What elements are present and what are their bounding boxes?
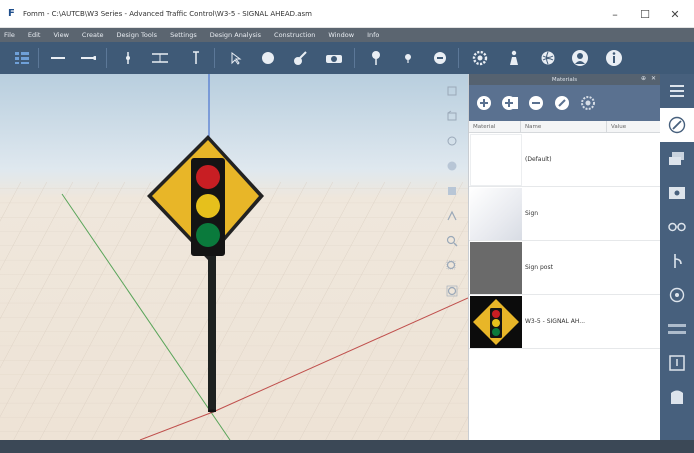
add-library-icon[interactable] bbox=[501, 94, 519, 112]
sign-post bbox=[208, 256, 216, 412]
view-side-icon[interactable] bbox=[443, 132, 461, 150]
rack-icon[interactable] bbox=[660, 312, 694, 346]
window-title: Fomm - C:\AUTCB\W3 Series - Advanced Tra… bbox=[23, 9, 312, 18]
column-value[interactable]: Value bbox=[607, 121, 660, 132]
menu-window[interactable]: Window bbox=[328, 31, 354, 39]
materials-panel: Materials ⊕ ✕ Material Name Value (Defau… bbox=[468, 74, 660, 440]
paint-icon[interactable] bbox=[288, 46, 312, 70]
toolbar-separator bbox=[106, 48, 107, 68]
material-name: W3-5 - SIGNAL AH... bbox=[525, 318, 586, 325]
pan-icon[interactable] bbox=[443, 207, 461, 225]
target-icon[interactable] bbox=[660, 278, 694, 312]
menu-create[interactable]: Create bbox=[82, 31, 104, 39]
amber-light bbox=[196, 194, 220, 218]
materials-header: Materials ⊕ ✕ bbox=[469, 74, 660, 85]
toolbar-separator bbox=[354, 48, 355, 68]
toolbar bbox=[0, 42, 694, 74]
close-button[interactable]: ✕ bbox=[660, 0, 690, 28]
menu-bar: File Edit View Create Design Tools Setti… bbox=[0, 28, 694, 42]
camera-icon[interactable] bbox=[322, 46, 346, 70]
material-name: Sign bbox=[525, 210, 539, 217]
column-name[interactable]: Name bbox=[521, 121, 607, 132]
globe-icon[interactable] bbox=[536, 46, 560, 70]
red-light bbox=[196, 165, 220, 189]
zoom-window-icon[interactable] bbox=[443, 257, 461, 275]
info-icon[interactable] bbox=[602, 46, 626, 70]
small-pin-icon[interactable] bbox=[396, 46, 420, 70]
arrow-line-icon[interactable] bbox=[76, 46, 100, 70]
material-thumbnail bbox=[470, 187, 522, 240]
text-cursor-icon[interactable] bbox=[184, 46, 208, 70]
materials-column-header: Material Name Value bbox=[469, 121, 660, 133]
settings-icon[interactable] bbox=[579, 94, 597, 112]
view-top-icon[interactable] bbox=[443, 82, 461, 100]
material-thumbnail bbox=[470, 295, 522, 348]
user-icon[interactable] bbox=[568, 46, 592, 70]
material-row[interactable]: Sign post bbox=[469, 241, 660, 295]
materials-toolbar bbox=[469, 85, 660, 121]
menu-design-tools[interactable]: Design Tools bbox=[117, 31, 158, 39]
material-thumbnail bbox=[470, 133, 522, 186]
right-sidebar bbox=[660, 74, 694, 440]
select-icon[interactable] bbox=[224, 46, 248, 70]
branch-icon[interactable] bbox=[660, 244, 694, 278]
menu-design-analysis[interactable]: Design Analysis bbox=[210, 31, 261, 39]
viewport-tools bbox=[442, 80, 462, 307]
zoom-extents-icon[interactable] bbox=[443, 282, 461, 300]
layers-icon[interactable] bbox=[660, 142, 694, 176]
menu-edit[interactable]: Edit bbox=[28, 31, 41, 39]
zoom-in-icon[interactable] bbox=[443, 232, 461, 250]
dimension-icon[interactable] bbox=[148, 46, 172, 70]
column-material[interactable]: Material bbox=[469, 121, 521, 132]
orbit-icon[interactable] bbox=[443, 182, 461, 200]
figure-icon[interactable] bbox=[502, 46, 526, 70]
material-thumbnail bbox=[470, 241, 522, 294]
materials-title: Materials bbox=[551, 76, 578, 83]
title-bar: F Fomm - C:\AUTCB\W3 Series - Advanced T… bbox=[0, 0, 694, 28]
pencil-icon[interactable] bbox=[660, 108, 694, 142]
view-front-icon[interactable] bbox=[443, 107, 461, 125]
add-icon[interactable] bbox=[475, 94, 493, 112]
menu-view[interactable]: View bbox=[53, 31, 68, 39]
menu-info[interactable]: Info bbox=[367, 31, 379, 39]
pin-icon[interactable] bbox=[364, 46, 388, 70]
toolbar-separator bbox=[38, 48, 39, 68]
close-panel-button[interactable]: ✕ bbox=[651, 75, 656, 82]
remove-icon[interactable] bbox=[527, 94, 545, 112]
gear-icon[interactable] bbox=[468, 46, 492, 70]
material-row[interactable]: Sign bbox=[469, 187, 660, 241]
pin-panel-button[interactable]: ⊕ bbox=[641, 75, 646, 82]
list-icon[interactable] bbox=[660, 74, 694, 108]
maximize-button[interactable]: ☐ bbox=[630, 0, 660, 28]
tree-view-icon[interactable] bbox=[10, 46, 34, 70]
point-icon[interactable] bbox=[116, 46, 140, 70]
toolbar-separator bbox=[458, 48, 459, 68]
toolbar-separator bbox=[214, 48, 215, 68]
app-window: F Fomm - C:\AUTCB\W3 Series - Advanced T… bbox=[0, 0, 694, 453]
status-bar bbox=[0, 440, 694, 453]
minimize-button[interactable]: – bbox=[600, 0, 630, 28]
material-row[interactable]: W3-5 - SIGNAL AH... bbox=[469, 295, 660, 349]
menu-file[interactable]: File bbox=[4, 31, 15, 39]
menu-settings[interactable]: Settings bbox=[170, 31, 197, 39]
import-icon[interactable] bbox=[660, 380, 694, 414]
glasses-icon[interactable] bbox=[660, 210, 694, 244]
line-icon[interactable] bbox=[46, 46, 70, 70]
image-icon[interactable] bbox=[660, 176, 694, 210]
export-icon[interactable] bbox=[660, 346, 694, 380]
circle-icon[interactable] bbox=[256, 46, 280, 70]
material-row[interactable]: (Default) bbox=[469, 133, 660, 187]
viewport-scene bbox=[0, 74, 468, 440]
3d-viewport[interactable] bbox=[0, 74, 468, 440]
material-name: Sign post bbox=[525, 264, 553, 271]
minus-circle-icon[interactable] bbox=[428, 46, 452, 70]
window-controls: – ☐ ✕ bbox=[600, 0, 690, 28]
menu-construction[interactable]: Construction bbox=[274, 31, 315, 39]
view-iso-icon[interactable] bbox=[443, 157, 461, 175]
edit-icon[interactable] bbox=[553, 94, 571, 112]
app-logo-icon: F bbox=[8, 7, 15, 19]
green-light bbox=[196, 223, 220, 247]
material-name: (Default) bbox=[525, 156, 552, 163]
